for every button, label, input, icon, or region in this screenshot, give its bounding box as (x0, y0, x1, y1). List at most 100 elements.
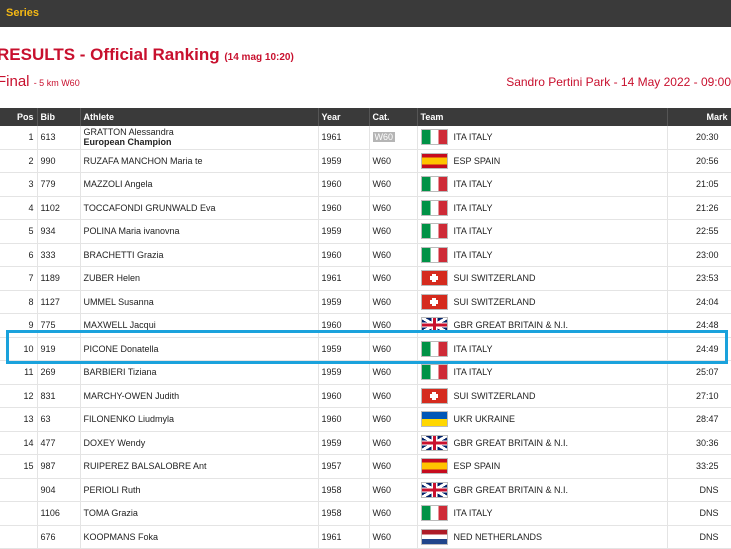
cell-cat: W60 (369, 243, 418, 267)
table-row[interactable]: 11 269 BARBIERI Tiziana 1959 W60 ITA ITALY 25:… (0, 360, 731, 385)
table-row[interactable]: 8 1127 UMMEL Susanna 1959 W60 SUI SWITZERLAND… (0, 290, 731, 314)
col-athlete[interactable]: Athlete (80, 108, 319, 126)
team-name: UKR UKRAINE (453, 414, 516, 425)
athlete-name[interactable]: UMMEL Susanna (84, 297, 154, 307)
cell-cat: W60 (369, 219, 418, 244)
table-row[interactable]: 15 987 RUIPEREZ BALSALOBRE Ant 1957 W60 ESP S… (0, 454, 731, 479)
table-row[interactable]: 12 831 MARCHY-OWEN Judith 1960 W60 SUI SWITZE… (0, 384, 731, 408)
cell-team: NED NETHERLANDS (417, 525, 668, 549)
athlete-name[interactable]: PERIOLI Ruth (84, 485, 141, 495)
ita-flag-icon (420, 364, 448, 381)
athlete-name[interactable]: KOOPMANS Foka (84, 532, 159, 542)
cell-team: SUI SWITZERLAND (417, 290, 668, 314)
athlete-name[interactable]: ZUBER Helen (84, 273, 141, 283)
category-label: W60 (372, 226, 392, 237)
cell-athlete: GRATTON Alessandra European Champion (80, 126, 319, 150)
cell-mark: 27:10 (667, 384, 731, 408)
cell-team: ITA ITALY (417, 126, 668, 150)
cell-bib: 676 (37, 525, 81, 549)
team-name: ITA ITALY (453, 179, 493, 190)
athlete-name[interactable]: MAZZOLI Angela (84, 179, 153, 189)
athlete-name[interactable]: BARBIERI Tiziana (84, 367, 157, 377)
cell-team: ESP SPAIN (417, 149, 668, 173)
col-pos[interactable]: Pos (0, 108, 38, 126)
athlete-name[interactable]: DOXEY Wendy (84, 438, 146, 448)
table-row[interactable]: 676 KOOPMANS Foka 1961 W60 NED NETHERLANDS DN… (0, 525, 731, 549)
table-row[interactable]: 2 990 RUZAFA MANCHON Maria te 1959 W60 ESP SP… (0, 149, 731, 173)
cell-year: 1959 (318, 219, 370, 244)
table-row[interactable]: 1106 TOMA Grazia 1958 W60 ITA ITALY DNS (0, 501, 731, 526)
cell-cat: W60 (369, 360, 418, 385)
team-name: GBR GREAT BRITAIN & N.I. (453, 484, 569, 495)
ned-flag-icon (420, 528, 448, 545)
cell-team: GBR GREAT BRITAIN & N.I. (417, 431, 668, 455)
esp-flag-icon (420, 458, 448, 475)
cell-cat: W60 (369, 266, 418, 291)
cell-pos: 6 (0, 243, 38, 267)
gbr-flag-icon (420, 481, 448, 498)
athlete-name[interactable]: TOCCAFONDI GRUNWALD Eva (84, 203, 216, 213)
cell-mark: 30:36 (667, 431, 731, 455)
cell-bib: 269 (37, 360, 81, 385)
series-link[interactable]: Series (6, 7, 39, 19)
col-year[interactable]: Year (318, 108, 370, 126)
cell-pos: 4 (0, 196, 38, 220)
cell-bib: 831 (37, 384, 81, 408)
cell-athlete: RUZAFA MANCHON Maria te (80, 149, 319, 173)
athlete-name[interactable]: GRATTON Alessandra (84, 127, 174, 137)
table-row[interactable]: 7 1189 ZUBER Helen 1961 W60 SUI SWITZERLAND 23… (0, 266, 731, 291)
cell-team: ITA ITALY (417, 360, 668, 385)
col-cat[interactable]: Cat. (369, 108, 418, 126)
cell-bib: 63 (37, 407, 81, 432)
cell-pos: 15 (0, 454, 38, 479)
athlete-name[interactable]: FILONENKO Liudmyla (84, 414, 175, 424)
cell-pos (0, 525, 38, 549)
cell-cat: W60 (369, 290, 418, 314)
cell-team: ITA ITALY (417, 219, 668, 244)
cell-team: GBR GREAT BRITAIN & N.I. (417, 478, 668, 502)
athlete-name[interactable]: RUZAFA MANCHON Maria te (84, 156, 203, 166)
cell-year: 1960 (318, 243, 370, 267)
category-label: W60 (372, 461, 392, 472)
category-label: W60 (372, 273, 392, 284)
col-mark[interactable]: Mark (667, 108, 731, 126)
athlete-name[interactable]: MARCHY-OWEN Judith (84, 391, 180, 401)
col-team[interactable]: Team (417, 108, 668, 126)
table-row[interactable]: 904 PERIOLI Ruth 1958 W60 GBR GREAT BRITAIN … (0, 478, 731, 502)
athlete-name[interactable]: POLINA Maria ivanovna (84, 226, 180, 236)
table-row[interactable]: 13 63 FILONENKO Liudmyla 1960 W60 UKR UKRAINE… (0, 407, 731, 432)
team-name: ITA ITALY (453, 367, 493, 378)
cell-bib: 613 (37, 126, 81, 150)
ita-flag-icon (420, 129, 448, 146)
ita-flag-icon (420, 176, 448, 193)
cell-pos (0, 501, 38, 526)
table-row[interactable]: 4 1102 TOCCAFONDI GRUNWALD Eva 1960 W60 ITA I… (0, 196, 731, 220)
table-row[interactable]: 5 934 POLINA Maria ivanovna 1959 W60 ITA ITAL… (0, 219, 731, 244)
cell-pos (0, 478, 38, 502)
cell-bib: 1102 (37, 196, 81, 220)
cell-mark: DNS (667, 525, 731, 549)
team-name: ITA ITALY (453, 202, 493, 213)
cell-pos: 2 (0, 149, 38, 173)
table-row[interactable]: 14 477 DOXEY Wendy 1959 W60 GBR GREAT BRITAIN… (0, 431, 731, 455)
cell-mark: 23:53 (667, 266, 731, 291)
cell-bib: 904 (37, 478, 81, 502)
cell-bib: 1127 (37, 290, 81, 314)
row-highlight-box (6, 330, 728, 364)
team-name: ESP SPAIN (453, 155, 501, 166)
athlete-name[interactable]: RUIPEREZ BALSALOBRE Ant (84, 461, 207, 471)
cell-year: 1958 (318, 501, 370, 526)
team-name: ITA ITALY (453, 226, 493, 237)
table-row[interactable]: 6 333 BRACHETTI Grazia 1960 W60 ITA ITALY 23:0… (0, 243, 731, 267)
col-bib[interactable]: Bib (37, 108, 81, 126)
athlete-name[interactable]: TOMA Grazia (84, 508, 138, 518)
table-row[interactable]: 1 613 GRATTON Alessandra European Champion 1… (0, 126, 731, 150)
athlete-title: European Champion (83, 137, 172, 148)
table-row[interactable]: 3 779 MAZZOLI Angela 1960 W60 ITA ITALY 21:05 (0, 172, 731, 197)
athlete-name[interactable]: BRACHETTI Grazia (84, 250, 164, 260)
athlete-name[interactable]: MAXWELL Jacqui (84, 320, 156, 330)
cell-year: 1960 (318, 196, 370, 220)
cell-year: 1959 (318, 431, 370, 455)
category-label: W60 (372, 249, 392, 260)
cell-athlete: ZUBER Helen (80, 266, 319, 291)
